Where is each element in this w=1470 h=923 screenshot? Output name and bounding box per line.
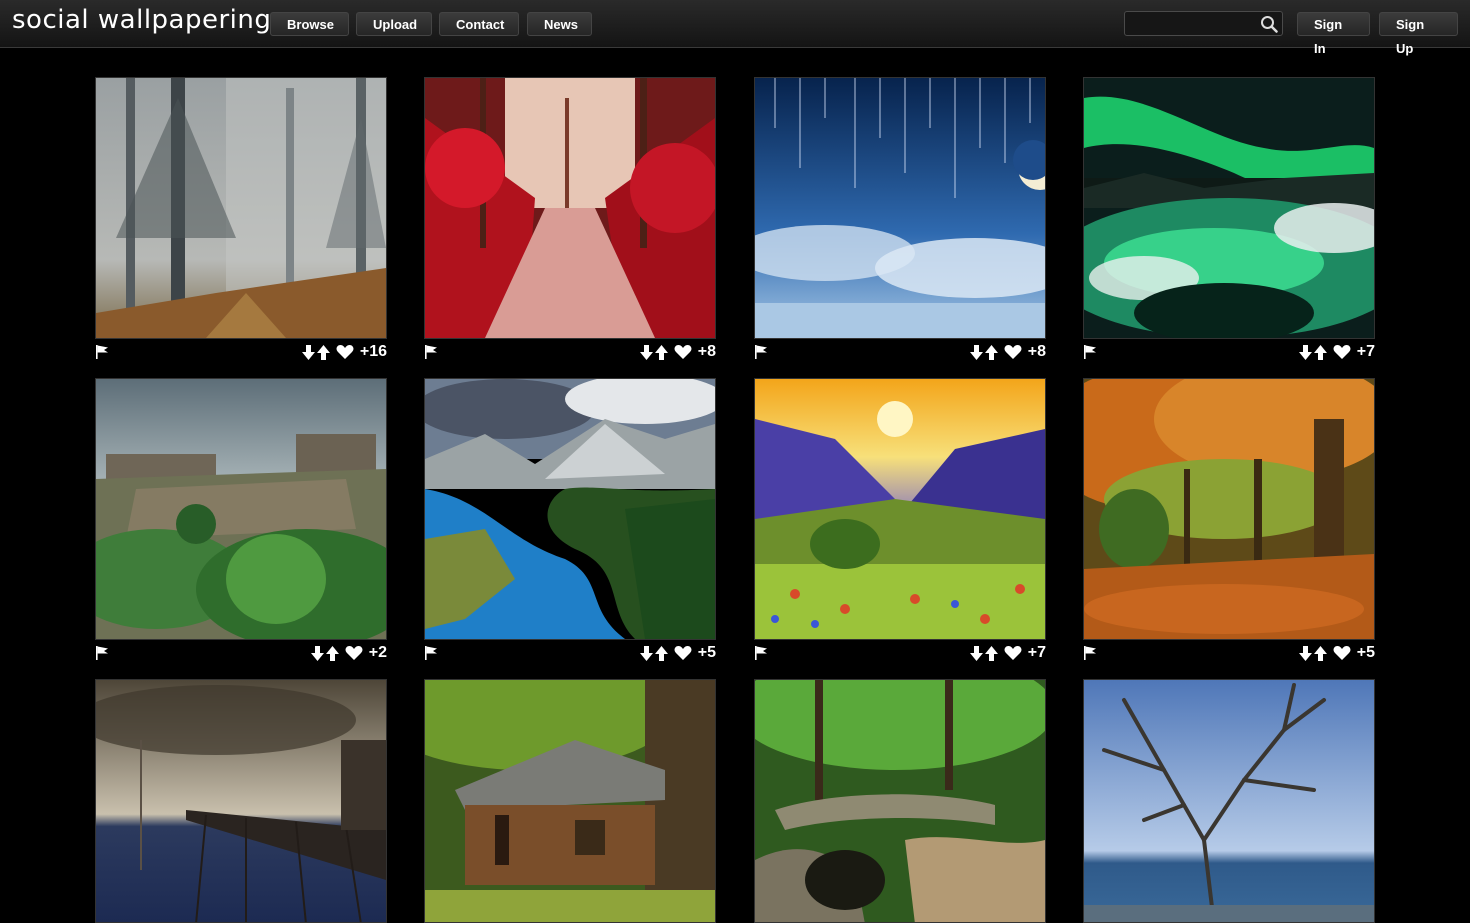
vote-up-icon[interactable]	[1313, 344, 1327, 360]
wallpaper-meta: +7	[754, 642, 1046, 664]
report-flag-icon[interactable]	[754, 344, 768, 360]
vote-score: +8	[1027, 343, 1046, 360]
nav-contact-button[interactable]: Contact	[439, 12, 519, 36]
sign-in-button[interactable]: Sign In	[1297, 12, 1370, 56]
wallpaper-thumbnail-aurora-river[interactable]	[1083, 77, 1375, 339]
site-logo[interactable]: social wallpapering	[12, 5, 271, 35]
vote-down-icon[interactable]	[1298, 344, 1312, 360]
report-flag-icon[interactable]	[95, 344, 109, 360]
wallpaper-thumbnail-foggy-forest[interactable]	[95, 77, 387, 339]
wallpaper-meta: +8	[424, 341, 716, 363]
vote-down-icon[interactable]	[969, 645, 983, 661]
vote-down-icon[interactable]	[969, 344, 983, 360]
top-bar: social wallpapering Browse Upload Contac…	[0, 0, 1470, 56]
nav-news-button[interactable]: News	[527, 12, 592, 36]
favorite-heart-icon[interactable]	[1004, 344, 1022, 360]
wallpaper-thumbnail-sunset-valley[interactable]	[754, 378, 1046, 640]
favorite-heart-icon[interactable]	[1333, 645, 1351, 661]
wallpaper-meta: +7	[1083, 341, 1375, 363]
report-flag-icon[interactable]	[1083, 344, 1097, 360]
vote-down-icon[interactable]	[310, 645, 324, 661]
wallpaper-thumbnail-pier-sunset[interactable]	[95, 679, 387, 923]
wallpaper-meta: +2	[95, 642, 387, 664]
report-flag-icon[interactable]	[424, 645, 438, 661]
nav-upload-button[interactable]: Upload	[356, 12, 432, 36]
vote-score: +8	[697, 343, 716, 360]
vote-score: +5	[1356, 644, 1375, 661]
favorite-heart-icon[interactable]	[1004, 645, 1022, 661]
vote-score: +5	[697, 644, 716, 661]
vote-down-icon[interactable]	[639, 344, 653, 360]
nav-browse-button[interactable]: Browse	[270, 12, 349, 36]
wallpaper-thumbnail-starry-night-moon[interactable]	[754, 77, 1046, 339]
vote-score: +16	[359, 343, 387, 360]
vote-up-icon[interactable]	[654, 344, 668, 360]
vote-up-icon[interactable]	[1313, 645, 1327, 661]
search-icon[interactable]	[1260, 15, 1278, 33]
vote-down-icon[interactable]	[301, 344, 315, 360]
wallpaper-thumbnail-forest-stream[interactable]	[754, 679, 1046, 923]
vote-score: +7	[1356, 343, 1375, 360]
search-input[interactable]	[1129, 14, 1259, 35]
wallpaper-thumbnail-dead-tree-sea[interactable]	[1083, 679, 1375, 923]
report-flag-icon[interactable]	[424, 344, 438, 360]
favorite-heart-icon[interactable]	[674, 645, 692, 661]
vote-score: +2	[368, 644, 387, 661]
favorite-heart-icon[interactable]	[1333, 344, 1351, 360]
favorite-heart-icon[interactable]	[674, 344, 692, 360]
favorite-heart-icon[interactable]	[336, 344, 354, 360]
wallpaper-thumbnail-red-forest-path[interactable]	[424, 77, 716, 339]
sign-up-button[interactable]: Sign Up	[1379, 12, 1458, 56]
search-box	[1124, 11, 1283, 36]
favorite-heart-icon[interactable]	[345, 645, 363, 661]
wallpaper-thumbnail-wooden-cabin[interactable]	[424, 679, 716, 923]
vote-up-icon[interactable]	[316, 344, 330, 360]
wallpaper-thumbnail-mountain-lake[interactable]	[424, 378, 716, 640]
report-flag-icon[interactable]	[754, 645, 768, 661]
wallpaper-thumbnail-castle-cliff[interactable]	[95, 378, 387, 640]
wallpaper-meta: +16	[95, 341, 387, 363]
vote-up-icon[interactable]	[325, 645, 339, 661]
vote-up-icon[interactable]	[984, 344, 998, 360]
vote-down-icon[interactable]	[1298, 645, 1312, 661]
wallpaper-thumbnail-autumn-park[interactable]	[1083, 378, 1375, 640]
vote-score: +7	[1027, 644, 1046, 661]
vote-down-icon[interactable]	[639, 645, 653, 661]
report-flag-icon[interactable]	[95, 645, 109, 661]
vote-up-icon[interactable]	[654, 645, 668, 661]
wallpaper-meta: +5	[1083, 642, 1375, 664]
vote-up-icon[interactable]	[984, 645, 998, 661]
report-flag-icon[interactable]	[1083, 645, 1097, 661]
wallpaper-meta: +8	[754, 341, 1046, 363]
wallpaper-meta: +5	[424, 642, 716, 664]
